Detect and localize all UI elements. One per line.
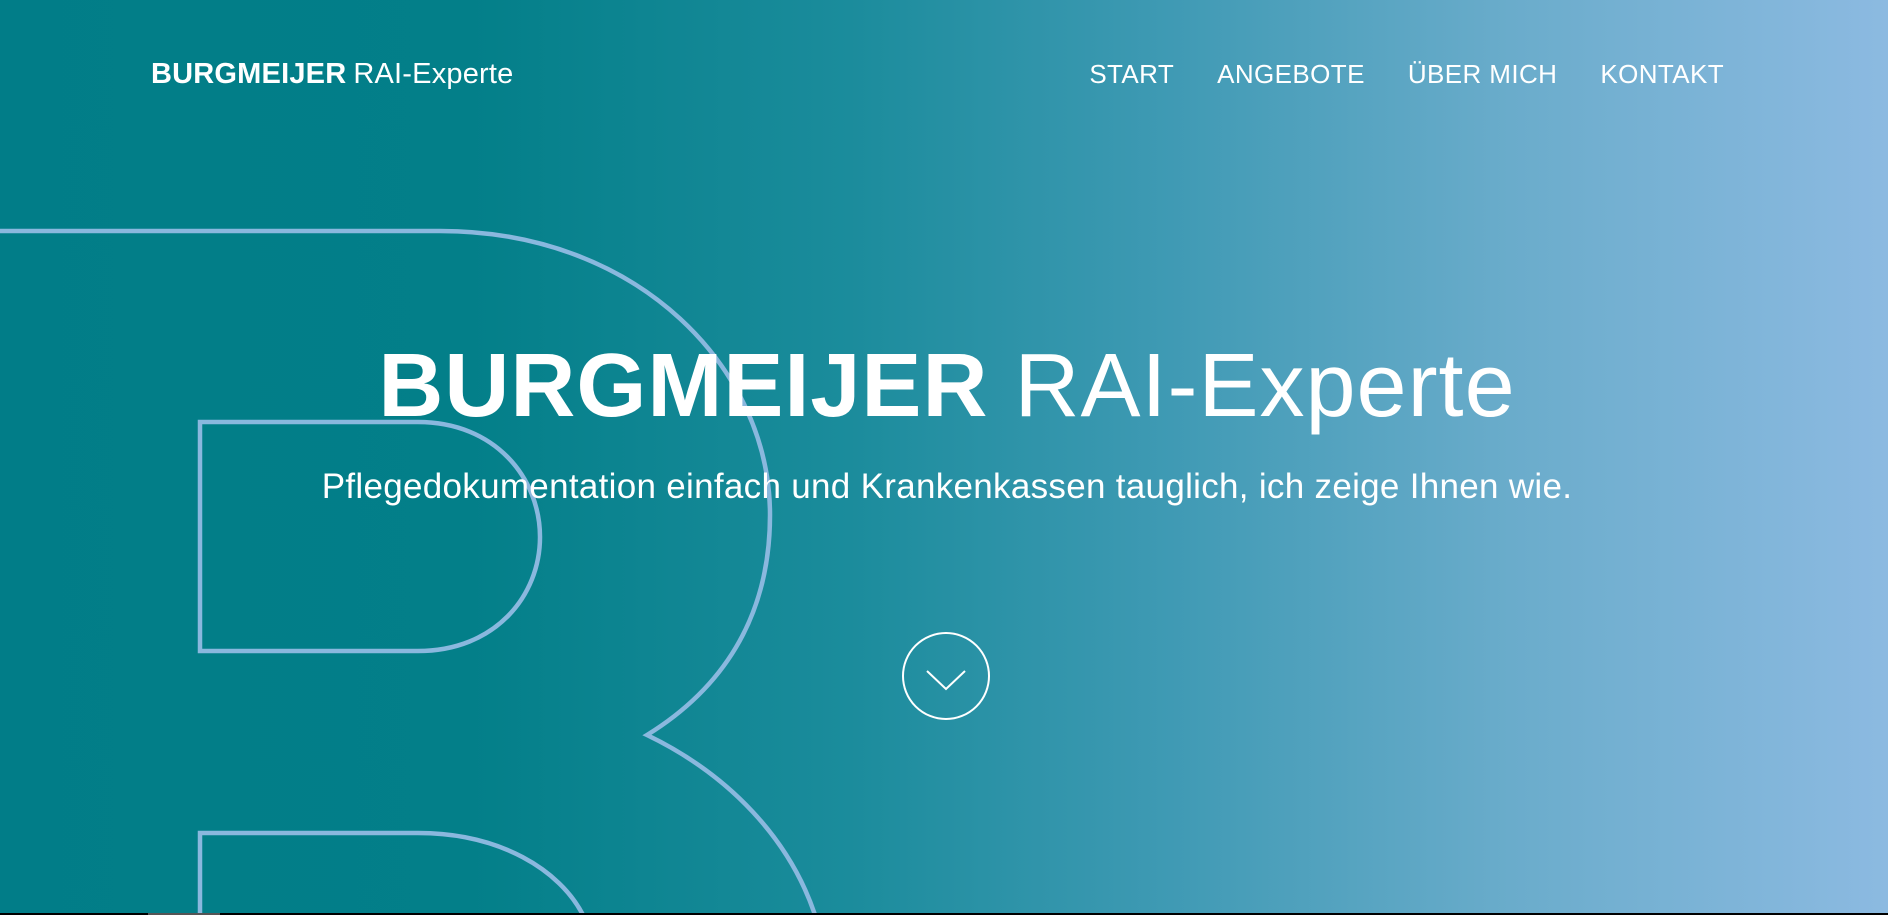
letter-b-lower-counter: [197, 830, 585, 913]
letter-b-upper-counter: [197, 419, 543, 654]
chevron-down-icon: [926, 670, 966, 691]
nav-item-start[interactable]: START: [1089, 56, 1174, 92]
main-menu: START ANGEBOTE ÜBER MICH KONTAKT: [1046, 56, 1724, 92]
brand-name-light: RAI-Experte: [353, 58, 514, 90]
hero-title-light: RAI-Experte: [1014, 336, 1516, 436]
nav-item-kontakt[interactable]: KONTAKT: [1600, 56, 1724, 92]
hero-section: BURGMEIJER RAI-Experte START ANGEBOTE ÜBE…: [0, 0, 1888, 913]
scroll-down-button[interactable]: [902, 632, 990, 720]
nav-item-angebote[interactable]: ANGEBOTE: [1217, 56, 1365, 92]
hero-title: BURGMEIJER RAI-Experte: [0, 331, 1888, 441]
brand-logo-link[interactable]: BURGMEIJER RAI-Experte: [151, 56, 514, 92]
hero-title-bold: BURGMEIJER: [378, 336, 989, 436]
brand-name-bold: BURGMEIJER: [151, 58, 347, 90]
nav-item-ueber-mich[interactable]: ÜBER MICH: [1408, 56, 1558, 92]
top-navigation: BURGMEIJER RAI-Experte START ANGEBOTE ÜBE…: [0, 0, 1888, 150]
hero-subtitle: Pflegedokumentation einfach und Krankenk…: [321, 467, 1573, 506]
